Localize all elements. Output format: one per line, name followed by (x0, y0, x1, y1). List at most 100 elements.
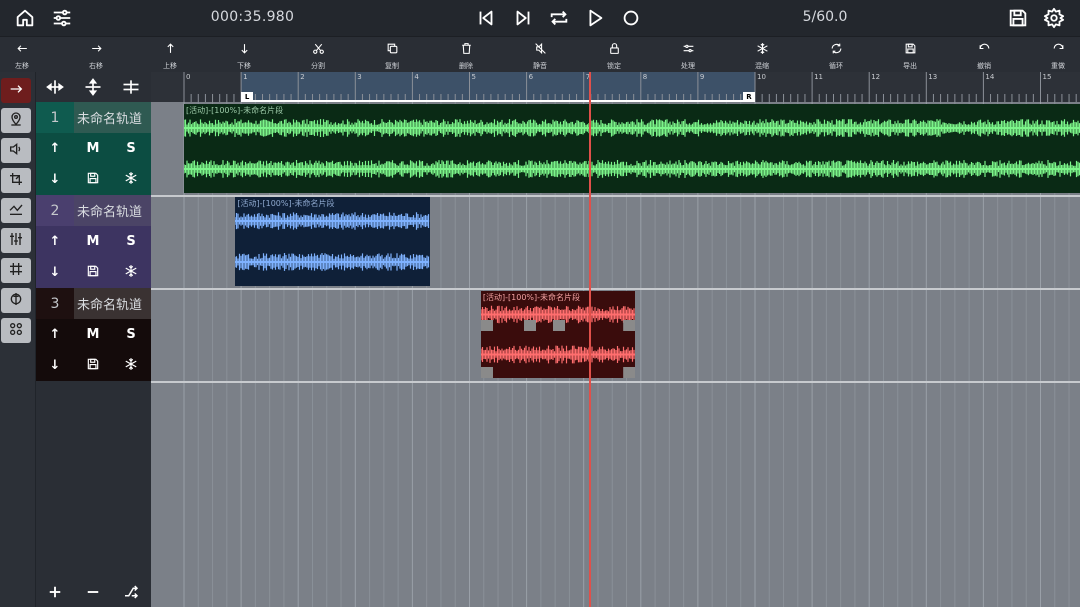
route-icon[interactable] (112, 577, 150, 607)
loop-icon[interactable] (547, 6, 571, 30)
solo-button[interactable]: S (112, 226, 150, 257)
tool-delete-button[interactable]: 删除 (438, 40, 494, 72)
track-name[interactable]: 未命名轨道 (74, 195, 151, 226)
volume-tool-button[interactable] (1, 138, 31, 163)
ruler-number: 8 (642, 73, 648, 81)
track-name[interactable]: 未命名轨道 (74, 102, 151, 133)
loop-icon (830, 40, 843, 59)
skip-back-icon[interactable] (474, 6, 498, 30)
arrow-right-tool-button[interactable] (1, 78, 31, 103)
effects-tool-button[interactable] (1, 318, 31, 343)
tool-move-up-button[interactable]: 上移 (142, 40, 198, 72)
track-down-button[interactable]: ↓ (36, 164, 74, 195)
plugin-tool-button[interactable] (1, 288, 31, 313)
crop-tool-button[interactable] (1, 168, 31, 193)
move-horizontal-icon[interactable] (36, 72, 74, 102)
lock-icon (608, 40, 621, 59)
bar-position-display: 5/60.0 (802, 9, 848, 25)
play-icon[interactable] (583, 6, 607, 30)
track-up-button[interactable]: ↑ (36, 319, 74, 350)
ruler-number: 14 (985, 73, 995, 81)
record-icon[interactable] (619, 6, 643, 30)
tool-label: 删除 (459, 62, 473, 70)
track-save-button[interactable] (74, 350, 112, 381)
track-header[interactable]: 2 未命名轨道 ↑ M S ↓ (36, 195, 151, 288)
track-header[interactable]: 3 未命名轨道 ↑ M S ↓ (36, 288, 151, 381)
track-up-button[interactable]: ↑ (36, 133, 74, 164)
grid-tool-button[interactable] (1, 258, 31, 283)
track-lanes: [活动]-[100%]-未命名片段 [活动]-[100%]-未命名片段 [活动]-[… (151, 102, 1080, 607)
ruler-number: 10 (757, 73, 766, 81)
mute-button[interactable]: M (74, 319, 112, 350)
tool-move-left-button[interactable]: 左移 (0, 40, 50, 72)
track-down-button[interactable]: ↓ (36, 350, 74, 381)
clip-handle (480, 367, 493, 378)
track-header[interactable]: 1 未命名轨道 ↑ M S ↓ (36, 102, 151, 195)
track-save-button[interactable] (74, 257, 112, 288)
track-freeze-button[interactable] (112, 350, 150, 381)
equalizer-tool-button[interactable] (1, 228, 31, 253)
loop-start-marker[interactable]: L (241, 92, 254, 101)
undo-icon (978, 40, 991, 59)
grid-icon (8, 261, 24, 281)
gear-icon[interactable] (1042, 6, 1066, 30)
mute-button[interactable]: M (74, 133, 112, 164)
skip-forward-icon[interactable] (511, 6, 535, 30)
timeline-area[interactable]: 0 1 2 3 4 5 6 7 8 9 10 11 12 13 14 15 L R [活动]-[100%]-未… (151, 72, 1080, 607)
solo-button[interactable]: S (112, 133, 150, 164)
collapse-icon[interactable] (112, 72, 150, 102)
tool-lock-button[interactable]: 锁定 (586, 40, 642, 72)
tool-redo-button[interactable]: 重做 (1030, 40, 1080, 72)
tool-export-button[interactable]: 导出 (882, 40, 938, 72)
ruler-number: 2 (300, 73, 305, 81)
track-save-button[interactable] (74, 164, 112, 195)
arrow-right-icon (90, 40, 103, 59)
track-freeze-button[interactable] (112, 257, 150, 288)
tool-copy-button[interactable]: 复制 (364, 40, 420, 72)
remove-track-icon[interactable] (74, 577, 112, 607)
track-panel-header (36, 72, 151, 102)
add-track-icon[interactable] (36, 577, 74, 607)
effects-icon (8, 321, 24, 341)
scissors-icon (312, 40, 325, 59)
audio-clip[interactable]: [活动]-[100%]-未命名片段 (184, 104, 1080, 193)
arrow-right-icon (8, 81, 24, 101)
loop-end-marker[interactable]: R (743, 92, 755, 101)
save-icon[interactable] (1006, 6, 1030, 30)
track-up-button[interactable]: ↑ (36, 226, 74, 257)
track-name[interactable]: 未命名轨道 (74, 288, 151, 319)
tool-process-button[interactable]: 处理 (660, 40, 716, 72)
tool-loop-button[interactable]: 循环 (808, 40, 864, 72)
envelope-tool-button[interactable] (1, 198, 31, 223)
expand-vertical-icon[interactable] (74, 72, 112, 102)
lane-separator (151, 288, 1080, 290)
audio-clip[interactable]: [活动]-[100%]-未命名片段 (480, 291, 636, 378)
ruler-number: 3 (357, 73, 362, 81)
tool-mute-button[interactable]: 静音 (512, 40, 568, 72)
tool-split-button[interactable]: 分割 (290, 40, 346, 72)
ruler-number: 15 (1042, 73, 1052, 81)
tool-label: 上移 (163, 62, 177, 70)
save-icon (86, 357, 100, 375)
tool-undo-button[interactable]: 撤销 (956, 40, 1012, 72)
timeline-ruler[interactable]: 0 1 2 3 4 5 6 7 8 9 10 11 12 13 14 15 L R (151, 72, 1080, 102)
clip-handle (623, 367, 636, 378)
tool-label: 撤销 (977, 62, 991, 70)
mixer-settings-icon[interactable] (50, 6, 74, 30)
track-number: 3 (36, 288, 74, 319)
playhead[interactable] (589, 72, 592, 607)
solo-button[interactable]: S (112, 319, 150, 350)
home-icon[interactable] (13, 6, 37, 30)
track-down-button[interactable]: ↓ (36, 257, 74, 288)
location-tool-button[interactable] (1, 108, 31, 133)
audio-clip[interactable]: [活动]-[100%]-未命名片段 (235, 197, 430, 286)
mute-button[interactable]: M (74, 226, 112, 257)
tool-label: 处理 (681, 62, 695, 70)
track-freeze-button[interactable] (112, 164, 150, 195)
track-panel-footer (36, 577, 151, 607)
tool-label: 静音 (533, 62, 547, 70)
tool-freeze-button[interactable]: 混缩 (734, 40, 790, 72)
ruler-number: 11 (814, 73, 824, 81)
tool-move-right-button[interactable]: 右移 (68, 40, 124, 72)
tool-move-down-button[interactable]: 下移 (216, 40, 272, 72)
